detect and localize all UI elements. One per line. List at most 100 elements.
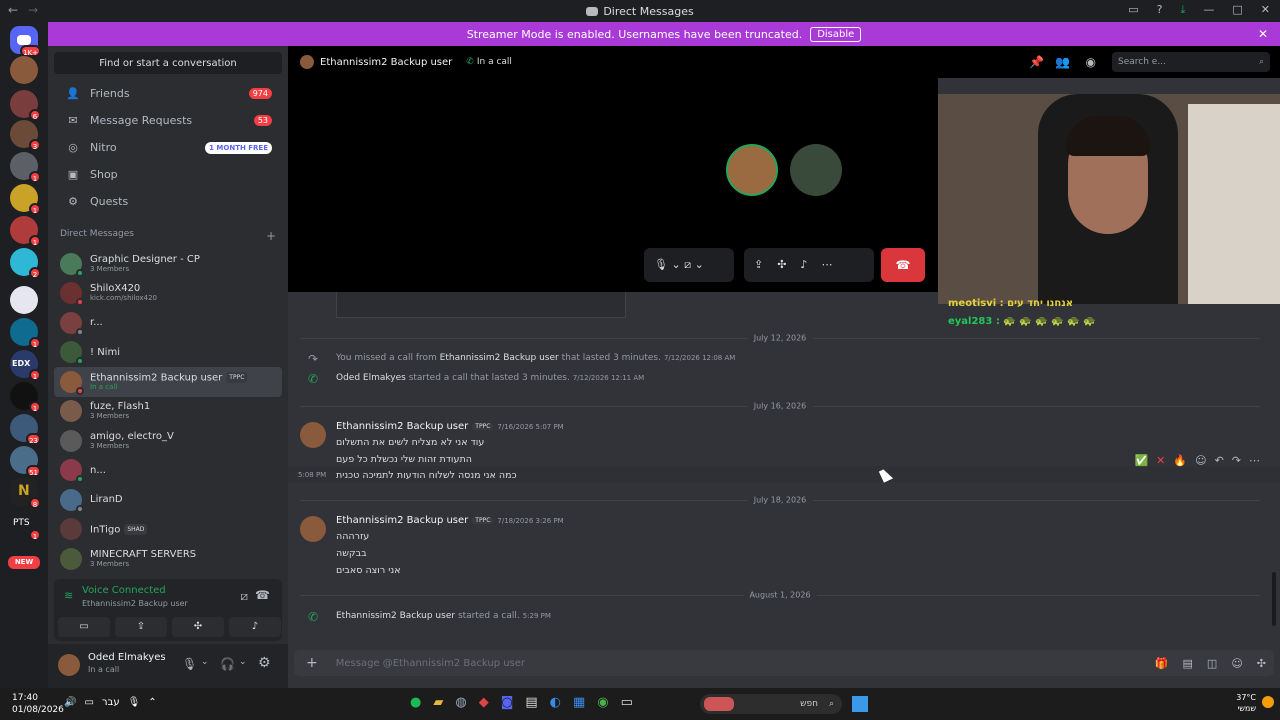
user-avatar[interactable] <box>58 654 80 676</box>
server-icon[interactable]: 51 <box>10 446 41 477</box>
check-reaction-icon[interactable]: ✅ <box>1134 454 1148 467</box>
microphone-icon[interactable]: 🎙 <box>182 657 197 671</box>
home-button[interactable]: 1K+ <box>10 26 41 57</box>
taskbar-search[interactable]: חפש ⌕ <box>700 694 842 714</box>
gift-icon[interactable]: 🎁 <box>1155 657 1169 670</box>
server-icon[interactable]: EDX 1 <box>10 350 41 381</box>
dm-item[interactable]: amigo, electro_V 3 Members <box>54 426 282 456</box>
create-dm-icon[interactable]: + <box>266 229 276 245</box>
server-icon[interactable]: 3 <box>10 120 41 151</box>
pin-icon[interactable]: 📌 <box>1029 55 1044 69</box>
forward-icon[interactable]: ↷ <box>1232 454 1241 467</box>
mic-tray-icon[interactable]: 🎙 <box>128 697 141 708</box>
server-icon[interactable]: 1 <box>10 318 41 349</box>
chevron-down-icon[interactable]: ⌄ <box>201 657 209 667</box>
dm-item[interactable]: MINECRAFT SERVERS 3 Members <box>54 544 282 574</box>
server-icon[interactable]: 23 <box>10 414 41 445</box>
close-window-icon[interactable]: ✕ <box>1261 3 1270 17</box>
nav-nitro[interactable]: ◎ Nitro 1 MONTH FREE <box>54 134 282 161</box>
emoji-icon[interactable]: ☺ <box>1231 657 1242 670</box>
nav-quests[interactable]: ⚙ Quests <box>54 188 282 215</box>
server-icon[interactable]: 1 <box>10 184 41 215</box>
download-icon[interactable]: ⤓ <box>1181 3 1186 17</box>
server-icon[interactable] <box>10 56 38 84</box>
message-avatar[interactable] <box>300 516 326 542</box>
weather-widget[interactable]: 37°C שמשי <box>1236 692 1256 714</box>
dm-item[interactable]: fuze, Flash1 3 Members <box>54 397 282 427</box>
dm-item[interactable]: n... <box>54 456 282 486</box>
grid-app-icon[interactable]: ▦ <box>573 695 585 710</box>
app-icon[interactable]: ◆ <box>479 695 489 710</box>
soundboard-button[interactable]: ♪ <box>229 617 281 637</box>
headphones-icon[interactable]: 🎧 <box>220 657 235 671</box>
inbox-icon[interactable]: ▭ <box>1128 3 1138 17</box>
server-icon[interactable]: N8 <box>10 478 41 509</box>
app-icon[interactable]: ◐ <box>550 695 561 710</box>
clock[interactable]: 17:40 01/08/2026 <box>12 692 64 716</box>
settings-gear-icon[interactable]: ⚙ <box>258 655 271 671</box>
sticker-icon[interactable]: ◫ <box>1207 657 1217 670</box>
network-icon[interactable]: ▭ <box>84 697 93 708</box>
screenshare-button[interactable]: ⇪ <box>115 617 167 637</box>
server-icon[interactable]: 1 <box>10 152 41 183</box>
attach-plus-icon[interactable]: + <box>306 655 318 671</box>
volume-icon[interactable]: 🔊 <box>64 697 76 708</box>
folder-icon[interactable]: ▰ <box>433 695 443 710</box>
windows-start-icon[interactable] <box>852 696 868 712</box>
close-banner-icon[interactable]: ✕ <box>1258 27 1268 41</box>
chevron-down-icon[interactable]: ⌄ <box>239 657 247 667</box>
help-icon[interactable]: ? <box>1157 3 1163 17</box>
server-icon[interactable]: 6 <box>10 90 41 121</box>
new-badge[interactable]: NEW <box>8 556 40 569</box>
dm-item[interactable]: r... <box>54 308 282 338</box>
server-icon[interactable]: 1 <box>10 382 41 413</box>
participant-avatar[interactable] <box>726 144 778 196</box>
fire-reaction-icon[interactable]: 🔥 <box>1173 454 1187 467</box>
add-friends-icon[interactable]: 👥 <box>1055 55 1070 69</box>
mic-toggle[interactable]: 🎙 ⌄ ⧄ ⌄ <box>644 248 734 282</box>
reply-icon[interactable]: ↶ <box>1215 454 1224 467</box>
chevron-up-icon[interactable]: ⌃ <box>148 697 156 708</box>
dm-item[interactable]: Graphic Designer - CP 3 Members <box>54 249 282 279</box>
x-reaction-icon[interactable]: ✕ <box>1156 454 1165 467</box>
profile-icon[interactable]: ◉ <box>1086 55 1096 69</box>
activities-button[interactable]: ✣ <box>172 617 224 637</box>
message-composer[interactable]: + Message @Ethannissim2 Backup user 🎁 ▤ … <box>294 650 1274 676</box>
voice-status[interactable]: Voice Connected <box>82 585 166 596</box>
minimize-icon[interactable]: — <box>1203 3 1214 17</box>
find-conversation-button[interactable]: Find or start a conversation <box>54 52 282 74</box>
dm-item-active[interactable]: Ethannissim2 Backup user TPPC In a call <box>54 367 282 397</box>
noise-suppression-icon[interactable]: ⧄ <box>240 589 248 604</box>
nav-friends[interactable]: 👤 Friends 974 <box>54 80 282 107</box>
user-name[interactable]: Oded Elmakyes <box>88 652 166 663</box>
add-reaction-icon[interactable]: ☺ <box>1195 454 1206 467</box>
steam-icon[interactable]: ◍ <box>455 695 466 710</box>
search-box[interactable]: Search e... ⌕ <box>1112 52 1270 72</box>
more-icon[interactable]: ⋯ <box>1249 454 1260 467</box>
server-icon[interactable]: 2 <box>10 248 41 279</box>
dm-item[interactable]: InTigo SHAD <box>54 515 282 545</box>
disconnect-icon[interactable]: ☎ <box>255 588 270 602</box>
discord-taskbar-icon[interactable]: ◙ <box>501 695 514 710</box>
header-name[interactable]: Ethannissim2 Backup user <box>320 57 452 68</box>
maximize-icon[interactable]: □ <box>1232 3 1242 17</box>
app-icon[interactable]: ▤ <box>525 695 537 710</box>
forward-arrow-icon[interactable]: → <box>28 3 38 17</box>
message-avatar[interactable] <box>300 422 326 448</box>
nav-message-requests[interactable]: ✉ Message Requests 53 <box>54 107 282 134</box>
language-indicator[interactable]: עבר <box>102 697 120 708</box>
dm-item[interactable]: LiranD <box>54 485 282 515</box>
dm-item[interactable]: ShiloX420 kick.com/shilox420 <box>54 279 282 309</box>
apps-icon[interactable]: ✣ <box>1257 657 1266 670</box>
server-icon[interactable] <box>10 286 38 314</box>
leave-call-button[interactable]: ☎ <box>881 248 925 282</box>
nav-shop[interactable]: ▣ Shop <box>54 161 282 188</box>
app-icon[interactable]: ▭ <box>621 695 633 710</box>
camera-button[interactable]: ▭ <box>58 617 110 637</box>
gif-icon[interactable]: ▤ <box>1183 657 1193 670</box>
chrome-icon[interactable]: ◉ <box>597 695 608 710</box>
back-arrow-icon[interactable]: ← <box>8 3 18 17</box>
dm-item[interactable]: ! Nimi <box>54 338 282 368</box>
activity-controls[interactable]: ⇪✣♪⋯ <box>744 248 874 282</box>
scrollbar[interactable] <box>1272 572 1276 626</box>
